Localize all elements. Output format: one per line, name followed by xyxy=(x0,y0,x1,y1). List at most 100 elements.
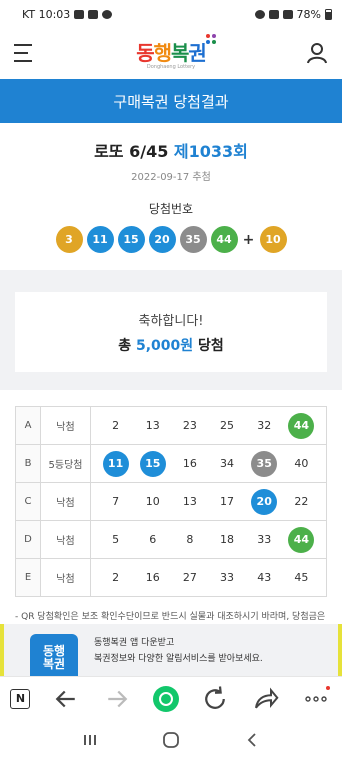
logo-dots-icon xyxy=(205,33,216,44)
ticket-number: 27 xyxy=(182,571,197,584)
winning-number-ball: 11 xyxy=(86,226,114,253)
ticket-number: 33 xyxy=(257,533,272,546)
prize-total: 총 5,000원 당첨 xyxy=(118,337,224,354)
ticket-label: D xyxy=(15,520,41,559)
app-download-banner[interactable]: 동행 복권 동행복권 앱 다운받고 복권정보와 다양한 알림서비스를 받아보세요… xyxy=(0,624,342,684)
ticket-numbers: 2 16 27 33 43 45 xyxy=(90,558,327,597)
winning-number-ball: 15 xyxy=(117,226,145,253)
status-time: KT 10:03 xyxy=(22,7,71,21)
draw-result-section: 로또 6/45 제1033회 2022-09-17 추첨 당첨번호 3 11 15 2… xyxy=(0,123,342,253)
ticket-row: D 낙첨 5 6 8 18 33 44 xyxy=(15,520,327,559)
ticket-number: 10 xyxy=(145,495,160,508)
ticket-number: 8 xyxy=(186,533,194,546)
ticket-numbers: 2 13 23 25 32 44 xyxy=(90,406,327,445)
promo-line-1: 동행복권 앱 다운받고 xyxy=(94,638,175,648)
prize-amount: 5,000원 xyxy=(135,337,194,354)
green-circle-icon[interactable] xyxy=(152,685,179,712)
ticket-number: 2 xyxy=(112,419,120,432)
ticket-result: 낙첨 xyxy=(40,558,91,597)
matched-number: 35 xyxy=(251,450,278,477)
matched-number: 20 xyxy=(251,488,278,515)
ticket-row: C 낙첨 7 10 13 17 20 22 xyxy=(15,482,327,521)
app-header: 동행복권 Donghaeng Lottery xyxy=(0,28,342,78)
matched-number: 15 xyxy=(139,450,166,477)
youtube-notification-icon xyxy=(88,9,99,19)
status-bar: KT 10:03 78% xyxy=(0,0,342,28)
home-icon[interactable] xyxy=(162,731,180,749)
ticket-number: 13 xyxy=(182,495,197,508)
draw-round: 제1033회 xyxy=(173,142,248,161)
battery-percent: 78% xyxy=(296,7,321,21)
ticket-number: 23 xyxy=(182,419,197,432)
hamburger-icon[interactable] xyxy=(14,44,36,62)
winning-numbers-label: 당첨번호 xyxy=(148,202,194,216)
matched-number: 11 xyxy=(102,450,129,477)
ticket-row: B 5등당첨 11 15 16 34 35 40 xyxy=(15,444,327,483)
congrats-message: 축하합니다! xyxy=(138,313,204,329)
ticket-row: E 낙첨 2 16 27 33 43 45 xyxy=(15,558,327,597)
notification-dot xyxy=(326,685,331,690)
ticket-result: 낙첨 xyxy=(40,482,91,521)
ticket-numbers: 5 6 8 18 33 44 xyxy=(90,520,327,559)
recent-apps-icon[interactable] xyxy=(82,732,98,748)
back-icon[interactable] xyxy=(244,732,260,748)
signal-icon xyxy=(282,9,293,19)
ticket-result: 낙첨 xyxy=(40,520,91,559)
battery-icon xyxy=(325,8,332,20)
ticket-number: 18 xyxy=(220,533,235,546)
site-logo[interactable]: 동행복권 Donghaeng Lottery xyxy=(136,33,216,70)
ticket-row: A 낙첨 2 13 23 25 32 44 xyxy=(15,406,327,445)
prize-summary-card: 축하합니다! 총 5,000원 당첨 xyxy=(15,292,327,372)
ticket-table: A 낙첨 2 13 23 25 32 44 B 5등당첨 11 15 16 34 35 40 C 낙첨 7 10 13 1… xyxy=(15,406,327,597)
gallery-notification-icon xyxy=(74,9,85,19)
ticket-numbers: 7 10 13 17 20 22 xyxy=(90,482,327,521)
more-dots-icon[interactable] xyxy=(301,684,331,714)
bonus-number-ball: 10 xyxy=(259,226,287,253)
ticket-number: 22 xyxy=(294,495,309,508)
arrow-left-icon[interactable] xyxy=(51,684,81,714)
browser-toolbar: N xyxy=(0,676,342,720)
winning-number-ball: 35 xyxy=(179,226,207,253)
ticket-label: B xyxy=(15,444,41,483)
naver-home-button[interactable]: N xyxy=(10,688,31,709)
ticket-number: 32 xyxy=(257,419,272,432)
logo-subtitle: Donghaeng Lottery xyxy=(146,63,196,70)
prize-summary-area: 축하합니다! 총 5,000원 당첨 xyxy=(0,270,342,390)
ticket-number: 16 xyxy=(182,457,197,470)
winning-number-ball: 20 xyxy=(148,226,176,253)
ticket-number: 45 xyxy=(294,571,309,584)
ticket-result: 5등당첨 xyxy=(40,444,91,483)
matched-number: 44 xyxy=(288,526,315,553)
page-title: 구매복권 당첨결과 xyxy=(0,79,342,123)
ticket-label: A xyxy=(15,406,41,445)
ticket-number: 13 xyxy=(145,419,160,432)
ticket-number: 2 xyxy=(112,571,120,584)
winning-numbers: 3 11 15 20 35 44 +10 xyxy=(0,226,342,253)
ticket-number: 5 xyxy=(112,533,120,546)
arrow-right-icon[interactable] xyxy=(102,684,132,714)
refresh-icon[interactable] xyxy=(200,684,230,714)
share-icon[interactable] xyxy=(251,684,281,714)
ticket-number: 34 xyxy=(220,457,235,470)
ticket-label: E xyxy=(15,558,41,597)
message-notification-icon xyxy=(102,9,113,19)
ticket-result: 낙첨 xyxy=(40,406,91,445)
ticket-number: 43 xyxy=(257,571,272,584)
ticket-number: 16 xyxy=(145,571,160,584)
ticket-number: 33 xyxy=(220,571,235,584)
user-icon[interactable] xyxy=(306,42,328,64)
bonus-plus-sign: + xyxy=(242,231,255,248)
app-icon: 동행 복권 xyxy=(30,634,78,682)
draw-title: 로또 6/45 제1033회 xyxy=(94,142,248,161)
draw-date: 2022-09-17 추첨 xyxy=(131,172,211,183)
android-navigation-bar xyxy=(0,720,342,760)
ticket-number: 40 xyxy=(294,457,309,470)
matched-number: 44 xyxy=(288,412,315,439)
promo-line-2: 복권정보와 다양한 알림서비스를 받아보세요. xyxy=(94,654,263,664)
ticket-number: 25 xyxy=(220,419,235,432)
ticket-results: A 낙첨 2 13 23 25 32 44 B 5등당첨 11 15 16 34 35 40 C 낙첨 7 10 13 1… xyxy=(0,390,342,597)
ticket-number: 17 xyxy=(220,495,235,508)
mute-icon xyxy=(268,9,279,19)
ticket-number: 6 xyxy=(149,533,157,546)
ticket-number: 7 xyxy=(112,495,120,508)
